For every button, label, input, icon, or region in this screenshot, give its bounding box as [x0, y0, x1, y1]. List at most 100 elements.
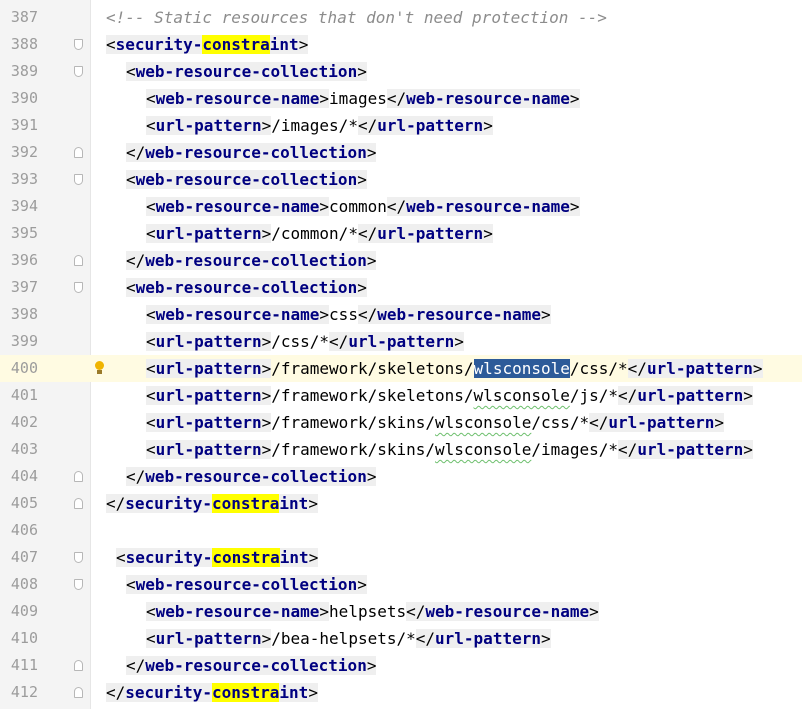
fold-open-icon[interactable] — [74, 39, 83, 50]
code-text[interactable]: <web-resource-name>helpsets</web-resourc… — [146, 598, 599, 625]
code-line[interactable]: 387 <!-- Static resources that don't need… — [0, 4, 802, 31]
code-text[interactable]: <url-pattern>/framework/skeletons/wlscon… — [146, 355, 763, 382]
code-line[interactable]: 411 </web-resource-collection> — [0, 652, 802, 679]
code-text[interactable]: <url-pattern>/framework/skins/wlsconsole… — [146, 436, 753, 463]
fold-close-icon[interactable] — [74, 147, 83, 158]
code-line[interactable]: 391 <url-pattern>/images/*</url-pattern> — [0, 112, 802, 139]
code-text[interactable]: <security-constraint> — [116, 544, 319, 571]
tag-bracket: </ — [126, 143, 146, 162]
code-text[interactable]: <web-resource-collection> — [126, 571, 367, 598]
tag-bracket: > — [454, 332, 464, 351]
code-line[interactable]: 403 <url-pattern>/framework/skins/wlscons… — [0, 436, 802, 463]
tag-name: web-resource-name — [155, 602, 320, 621]
tag-name: web-resource-name — [155, 305, 320, 324]
code-line[interactable]: 393 <web-resource-collection> — [0, 166, 802, 193]
tag-name: int — [279, 548, 309, 567]
tag-bracket: </ — [386, 89, 407, 108]
tag-bracket: > — [743, 440, 753, 459]
fold-open-icon[interactable] — [74, 174, 83, 185]
fold-close-icon[interactable] — [74, 255, 83, 266]
text-content: images — [329, 89, 387, 108]
line-number: 408 — [10, 575, 38, 593]
code-line[interactable]: 412 </security-constraint> — [0, 679, 802, 706]
tag-name: url-pattern — [646, 359, 753, 378]
code-line[interactable]: 400 <url-pattern>/framework/skeletons/wls… — [0, 355, 802, 382]
code-text[interactable]: <web-resource-collection> — [126, 274, 367, 301]
tag-bracket: > — [319, 197, 330, 216]
tag-bracket: > — [569, 197, 580, 216]
code-line[interactable]: 402 <url-pattern>/framework/skins/wlscons… — [0, 409, 802, 436]
code-line[interactable]: 409 <web-resource-name>helpsets</web-reso… — [0, 598, 802, 625]
fold-open-icon[interactable] — [74, 552, 83, 563]
text-content: /framework/skeletons/ — [271, 386, 474, 405]
fold-close-icon[interactable] — [74, 471, 83, 482]
line-number: 403 — [10, 440, 38, 458]
code-line[interactable]: 406 — [0, 517, 802, 544]
line-number: 391 — [10, 116, 38, 134]
tag-bracket: > — [308, 494, 318, 513]
code-line[interactable]: 404 </web-resource-collection> — [0, 463, 802, 490]
line-number: 400 — [10, 359, 38, 377]
code-line[interactable]: 399 <url-pattern>/css/*</url-pattern> — [0, 328, 802, 355]
fold-open-icon[interactable] — [74, 579, 83, 590]
code-text[interactable]: <url-pattern>/common/*</url-pattern> — [146, 220, 493, 247]
tag-name: url-pattern — [377, 116, 484, 135]
code-text[interactable]: </web-resource-collection> — [126, 139, 377, 166]
code-text[interactable]: <!-- Static resources that don't need pr… — [106, 4, 607, 31]
tag-name: web-resource-name — [425, 602, 590, 621]
xml-tag: <web-resource-collection> — [126, 62, 367, 81]
tag-name: security- — [125, 494, 212, 513]
code-text[interactable]: <url-pattern>/bea-helpsets/*</url-patter… — [146, 625, 551, 652]
code-text[interactable]: <web-resource-name>css</web-resource-nam… — [146, 301, 551, 328]
line-number: 405 — [10, 494, 38, 512]
tag-name: url-pattern — [155, 224, 262, 243]
code-line[interactable]: 394 <web-resource-name>common</web-resour… — [0, 193, 802, 220]
fold-close-icon[interactable] — [74, 498, 83, 509]
fold-open-icon[interactable] — [74, 282, 83, 293]
code-text[interactable]: <security-constraint> — [106, 31, 309, 58]
fold-close-icon[interactable] — [74, 660, 83, 671]
code-line[interactable]: 401 <url-pattern>/framework/skeletons/wls… — [0, 382, 802, 409]
code-text[interactable]: </security-constraint> — [106, 679, 318, 706]
tag-bracket: > — [366, 251, 377, 270]
code-line[interactable]: 395 <url-pattern>/common/*</url-pattern> — [0, 220, 802, 247]
code-text[interactable]: <web-resource-collection> — [126, 58, 367, 85]
code-line[interactable]: 410 <url-pattern>/bea-helpsets/*</url-pat… — [0, 625, 802, 652]
code-text[interactable]: <web-resource-name>images</web-resource-… — [146, 85, 580, 112]
line-number: 410 — [10, 629, 38, 647]
code-text[interactable]: <web-resource-collection> — [126, 166, 367, 193]
code-line[interactable]: 407 <security-constraint> — [0, 544, 802, 571]
tag-bracket: </ — [589, 413, 609, 432]
tag-bracket: </ — [415, 629, 436, 648]
code-line[interactable]: 392 </web-resource-collection> — [0, 139, 802, 166]
tag-bracket: </ — [627, 359, 647, 378]
code-line[interactable]: 405 </security-constraint> — [0, 490, 802, 517]
code-editor[interactable]: 387 <!-- Static resources that don't need… — [0, 0, 802, 709]
code-text[interactable]: <url-pattern>/framework/skins/wlsconsole… — [146, 409, 725, 436]
tag-bracket: < — [146, 440, 156, 459]
tag-bracket: < — [146, 116, 156, 135]
lightbulb-icon[interactable] — [94, 360, 105, 377]
code-text[interactable]: <url-pattern>/framework/skeletons/wlscon… — [146, 382, 753, 409]
line-number: 387 — [10, 8, 38, 26]
code-text[interactable]: <url-pattern>/images/*</url-pattern> — [146, 112, 493, 139]
code-text[interactable]: </security-constraint> — [106, 490, 318, 517]
fold-close-icon[interactable] — [74, 687, 83, 698]
xml-tag: <security-constraint> — [116, 548, 319, 567]
line-number: 399 — [10, 332, 38, 350]
code-line[interactable]: 408 <web-resource-collection> — [0, 571, 802, 598]
code-line[interactable]: 398 <web-resource-name>css</web-resource-… — [0, 301, 802, 328]
code-line[interactable]: 396 </web-resource-collection> — [0, 247, 802, 274]
code-text[interactable]: </web-resource-collection> — [126, 463, 377, 490]
code-line[interactable]: 389 <web-resource-collection> — [0, 58, 802, 85]
code-text[interactable]: </web-resource-collection> — [126, 247, 377, 274]
code-text[interactable]: </web-resource-collection> — [126, 652, 377, 679]
code-text[interactable]: <url-pattern>/css/*</url-pattern> — [146, 328, 464, 355]
code-lines[interactable]: 387 <!-- Static resources that don't need… — [0, 4, 802, 706]
code-text[interactable]: <web-resource-name>common</web-resource-… — [146, 193, 580, 220]
code-line[interactable]: 397 <web-resource-collection> — [0, 274, 802, 301]
code-line[interactable]: 388 <security-constraint> — [0, 31, 802, 58]
tag-bracket: > — [261, 440, 272, 459]
code-line[interactable]: 390 <web-resource-name>images</web-resour… — [0, 85, 802, 112]
fold-open-icon[interactable] — [74, 66, 83, 77]
